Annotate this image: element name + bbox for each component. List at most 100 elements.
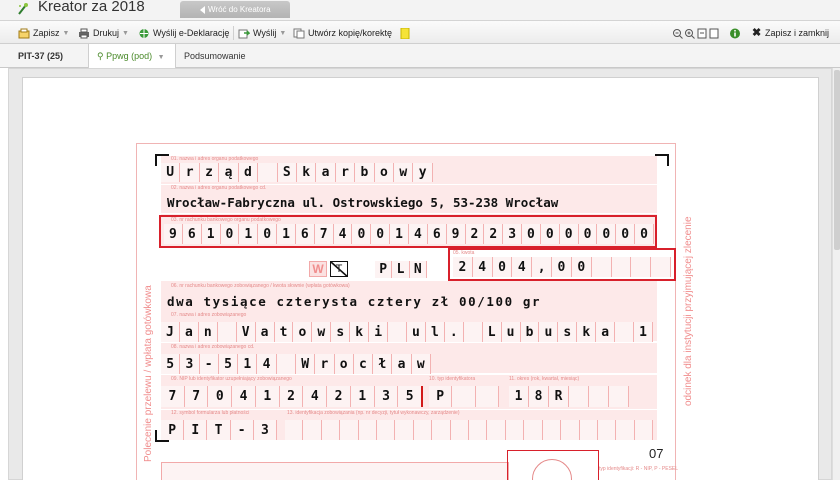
char-cell: 4: [303, 386, 328, 407]
save-dropdown-icon[interactable]: ▼: [63, 30, 70, 37]
char-cell: 7: [161, 386, 185, 407]
stamp-box: [507, 450, 599, 480]
send-edeklaracje-button[interactable]: Wyślij e-Deklarację: [138, 25, 229, 41]
char-cell: L: [392, 261, 410, 278]
obligation-id-field[interactable]: [285, 420, 654, 440]
corner-mark-bottom-left: [155, 430, 169, 442]
char-cell: .: [444, 322, 464, 342]
id-type-field[interactable]: P: [429, 386, 499, 407]
print-button[interactable]: Drukuj ▼: [78, 25, 129, 41]
char-cell: U: [161, 163, 181, 182]
currency-field[interactable]: PLN: [375, 261, 427, 278]
transfer-t-label: T: [335, 263, 343, 275]
char-cell: [469, 420, 488, 440]
char-cell: [487, 420, 506, 440]
sticky-note-icon: [400, 27, 410, 39]
char-cell: 1: [350, 386, 375, 407]
char-cell: [561, 420, 580, 440]
wizard-icon: [18, 3, 28, 15]
field-14-label: typ identyfikacji: R - NIP, P - PESEL: [599, 466, 679, 472]
char-cell: r: [180, 163, 200, 182]
create-copy-button[interactable]: Utwórz kopię/korektę: [293, 25, 392, 41]
vertical-label-left: Polecenie przelewu / wpłata gotówkowa: [143, 285, 154, 462]
period-field[interactable]: 18R: [509, 386, 629, 407]
recipient-name-field[interactable]: UrządSkarbowy: [161, 163, 433, 182]
tab-pit37-label: PIT-37 (25): [18, 51, 64, 61]
vertical-scrollbar[interactable]: [832, 68, 840, 480]
send-label: Wyślij: [253, 28, 277, 38]
char-cell: [505, 420, 525, 440]
char-cell: a: [596, 322, 616, 342]
field-02-label: 02. nazwa i adres organu podatkowego cd.: [171, 185, 267, 191]
char-cell: o: [334, 354, 354, 374]
char-cell: k: [577, 322, 597, 342]
char-cell: w: [411, 354, 431, 374]
char-cell: l: [425, 322, 445, 342]
char-cell: -: [199, 354, 219, 374]
info-button[interactable]: [729, 25, 744, 41]
char-cell: k: [350, 322, 370, 342]
tab-ppwg-dropdown-icon[interactable]: ▼: [158, 54, 165, 61]
char-cell: I: [184, 420, 208, 440]
send-edeklaracje-label: Wyślij e-Deklarację: [153, 28, 230, 38]
fit-page-icon: [697, 28, 707, 38]
char-cell: a: [179, 322, 199, 342]
print-dropdown-icon[interactable]: ▼: [122, 30, 129, 37]
page-view-button[interactable]: [708, 25, 723, 41]
char-cell: k: [296, 163, 317, 182]
char-cell: 3: [374, 386, 399, 407]
info-icon: [730, 28, 740, 38]
globe-icon: [139, 28, 149, 38]
char-cell: P: [375, 261, 393, 278]
save-close-label: Zapisz i zamknij: [765, 28, 830, 38]
char-cell: 2: [327, 386, 351, 407]
save-button[interactable]: Zapisz ▼: [18, 25, 69, 41]
tab-ppwg[interactable]: ⚲ Ppwg (pod) ▼: [88, 44, 176, 69]
field-09-label: 09. NIP lub identyfikator uzupełniający …: [171, 376, 292, 382]
save-close-button[interactable]: ✖ Zapisz i zamknij: [752, 25, 829, 41]
scrollbar-thumb[interactable]: [834, 70, 840, 250]
char-cell: 3: [180, 354, 200, 374]
field-11-label: 11. okres (rok, kwartał, miesiąc): [509, 376, 580, 382]
amount-highlight: [448, 248, 676, 281]
toolbar-divider: [233, 26, 234, 40]
field-01-label: 01. nazwa i adres organu podatkowego: [171, 156, 259, 162]
char-cell: [377, 420, 396, 440]
payer-city-field[interactable]: 53-514Wrocław: [161, 354, 431, 374]
tab-summary[interactable]: Podsumowanie: [184, 44, 246, 68]
payment-slip-form: Polecenie przelewu / wpłata gotówkowa o d…: [136, 143, 694, 480]
payer-name-field[interactable]: JanVatowskiul.Lubuska1: [161, 322, 653, 342]
back-to-wizard-tab[interactable]: Wróć do Kreatora: [180, 1, 290, 18]
char-cell: o: [374, 163, 395, 182]
transfer-t-box[interactable]: T: [330, 261, 348, 277]
send-button[interactable]: Wyślij ▼: [238, 25, 286, 41]
char-cell: -: [230, 420, 254, 440]
note-button[interactable]: [399, 25, 414, 41]
create-copy-label: Utwórz kopię/korektę: [308, 28, 393, 38]
send-dropdown-icon[interactable]: ▼: [279, 30, 286, 37]
char-cell: [276, 354, 296, 374]
field-07-label: 07. nazwa i adres zobowiązanego: [171, 312, 247, 318]
tab-pit37[interactable]: PIT-37 (25): [18, 44, 63, 68]
char-cell: b: [520, 322, 540, 342]
char-cell: [450, 420, 470, 440]
char-cell: a: [392, 354, 412, 374]
char-cell: t: [274, 322, 294, 342]
char-cell: [463, 322, 483, 342]
form-symbol-field[interactable]: PIT-3: [161, 420, 278, 440]
tab-ppwg-label: Ppwg (pod): [106, 51, 153, 61]
nip-field[interactable]: 77041242135: [161, 386, 424, 407]
char-cell: u: [501, 322, 521, 342]
transfer-w-label: W: [312, 262, 324, 276]
transfer-w-box[interactable]: W: [309, 261, 327, 277]
close-icon: ✖: [752, 26, 762, 39]
char-cell: [589, 386, 609, 407]
recipient-address-field[interactable]: Wrocław-Fabryczna ul. Ostrowskiego 5, 53…: [167, 195, 558, 210]
field-13-label: 13. identyfikacja zobowiązania (np. nr d…: [287, 410, 460, 416]
amount-in-words-field[interactable]: dwa tysiące czterysta cztery zł 00/100 g…: [167, 294, 541, 309]
account-highlight: [159, 215, 657, 248]
field-08-label: 08. nazwa i adres zobowiązanego cd.: [171, 344, 255, 350]
char-cell: [413, 420, 433, 440]
char-cell: ł: [373, 354, 393, 374]
char-cell: [579, 420, 598, 440]
